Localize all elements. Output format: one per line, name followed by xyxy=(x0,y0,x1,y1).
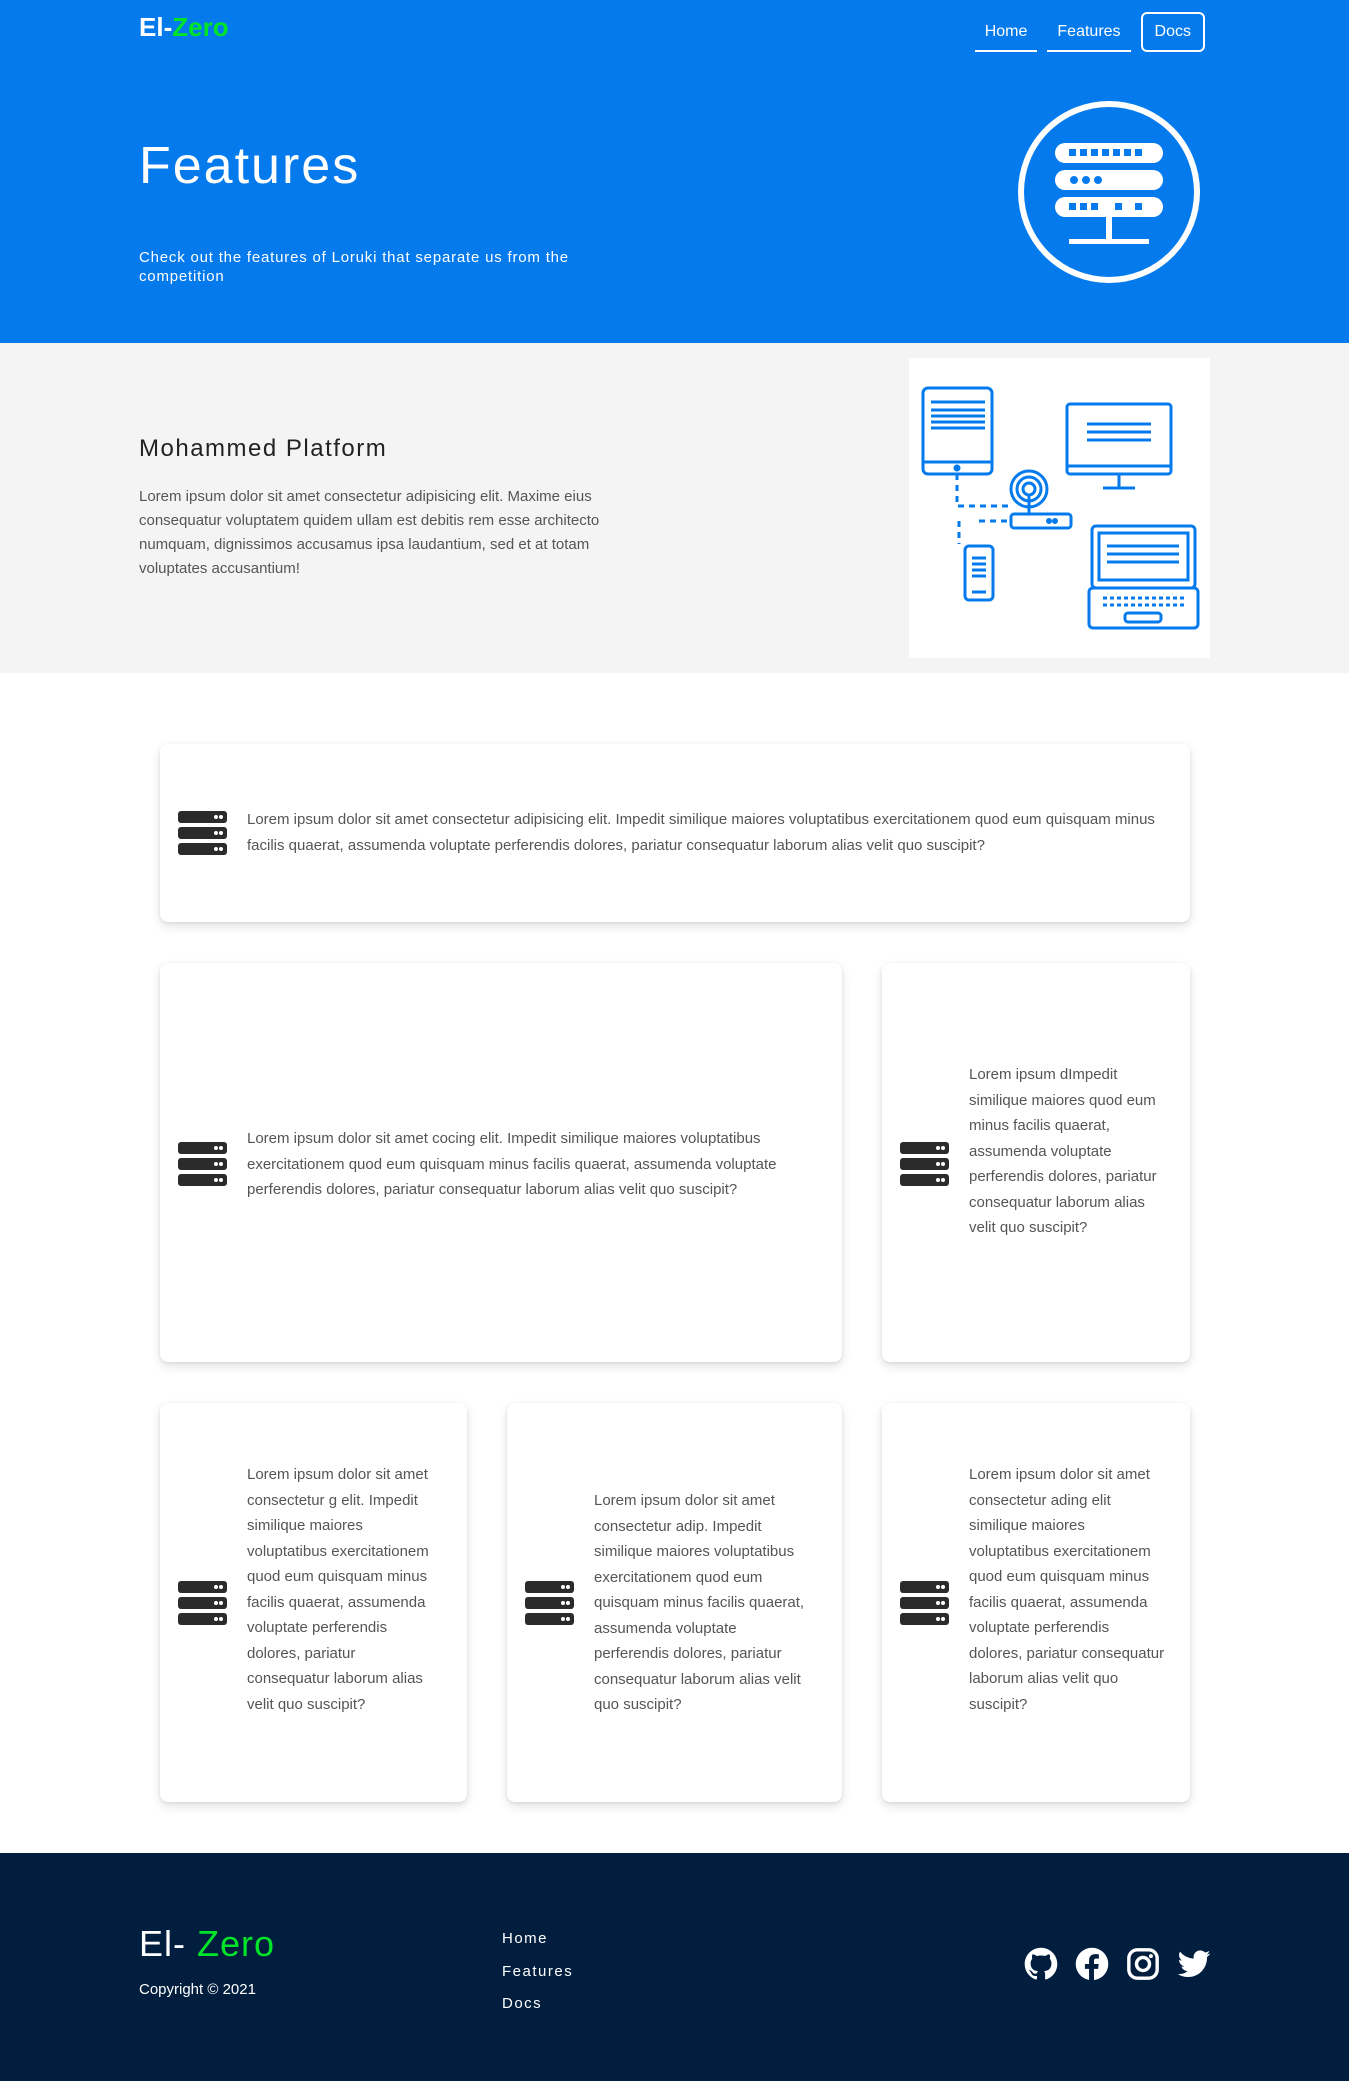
feature-card: Lorem ipsum dolor sit amet cocing elit. … xyxy=(160,963,842,1362)
feature-card-text: Lorem ipsum dImpedit similique maiores q… xyxy=(969,1066,1157,1236)
logo-text: El- xyxy=(139,12,173,42)
nav-docs-link[interactable]: Docs xyxy=(1140,12,1205,52)
feature-card: Lorem ipsum dolor sit amet consectetur a… xyxy=(160,744,1190,922)
footer-logo[interactable]: El- Zero xyxy=(139,1923,275,1965)
facebook-icon[interactable] xyxy=(1075,1947,1109,1981)
feature-card: Lorem ipsum dolor sit amet consectetur a… xyxy=(507,1403,842,1802)
social-links xyxy=(1024,1947,1211,1981)
feature-card: Lorem ipsum dImpedit similique maiores q… xyxy=(882,963,1190,1362)
feature-card-text: Lorem ipsum dolor sit amet consectetur a… xyxy=(969,1466,1165,1713)
copyright-text: Copyright © 2021 xyxy=(139,1981,256,1998)
nav-features-link[interactable]: Features xyxy=(1047,12,1131,52)
server-icon xyxy=(525,1581,574,1625)
instagram-icon[interactable] xyxy=(1126,1947,1160,1981)
feature-card-text: Lorem ipsum dolor sit amet consectetur g… xyxy=(247,1466,429,1713)
server-icon xyxy=(178,1581,227,1625)
page-title: Features xyxy=(139,137,361,195)
site-footer: El- Zero Copyright © 2021 Home Features … xyxy=(0,1853,1349,2081)
platform-text: Lorem ipsum dolor sit amet consectetur a… xyxy=(139,488,600,577)
footer-nav: Home Features Docs xyxy=(502,1923,573,2021)
hero-subtitle: Check out the features of Loruki that se… xyxy=(139,249,569,285)
server-icon xyxy=(1018,101,1200,283)
feature-card-text: Lorem ipsum dolor sit amet consectetur a… xyxy=(594,1492,805,1713)
platform-title: Mohammed Platform xyxy=(139,435,388,462)
feature-card-text: Lorem ipsum dolor sit amet cocing elit. … xyxy=(247,1130,777,1198)
github-icon[interactable] xyxy=(1024,1947,1058,1981)
footer-link-features[interactable]: Features xyxy=(502,1956,573,1989)
feature-card: Lorem ipsum dolor sit amet consectetur g… xyxy=(160,1403,467,1802)
site-logo[interactable]: El-Zero xyxy=(139,12,229,43)
footer-logo-text: El- xyxy=(139,1923,197,1964)
feature-card-text: Lorem ipsum dolor sit amet consectetur a… xyxy=(247,811,1155,854)
nav-home-link[interactable]: Home xyxy=(974,12,1038,52)
server-icon xyxy=(900,1142,949,1186)
main-nav: Home Features Docs xyxy=(974,12,1205,52)
footer-link-docs[interactable]: Docs xyxy=(502,1988,573,2021)
feature-card: Lorem ipsum dolor sit amet consectetur a… xyxy=(882,1403,1190,1802)
twitter-icon[interactable] xyxy=(1177,1947,1211,1981)
network-devices-image xyxy=(909,358,1210,658)
hero-header: El-Zero Home Features Docs Features Chec… xyxy=(0,0,1349,343)
server-icon xyxy=(178,811,227,855)
footer-link-home[interactable]: Home xyxy=(502,1923,573,1956)
platform-section: Mohammed Platform Lorem ipsum dolor sit … xyxy=(0,343,1349,673)
server-icon xyxy=(178,1142,227,1186)
server-icon xyxy=(900,1581,949,1625)
logo-accent: Zero xyxy=(172,12,229,42)
footer-logo-accent: Zero xyxy=(197,1923,276,1964)
